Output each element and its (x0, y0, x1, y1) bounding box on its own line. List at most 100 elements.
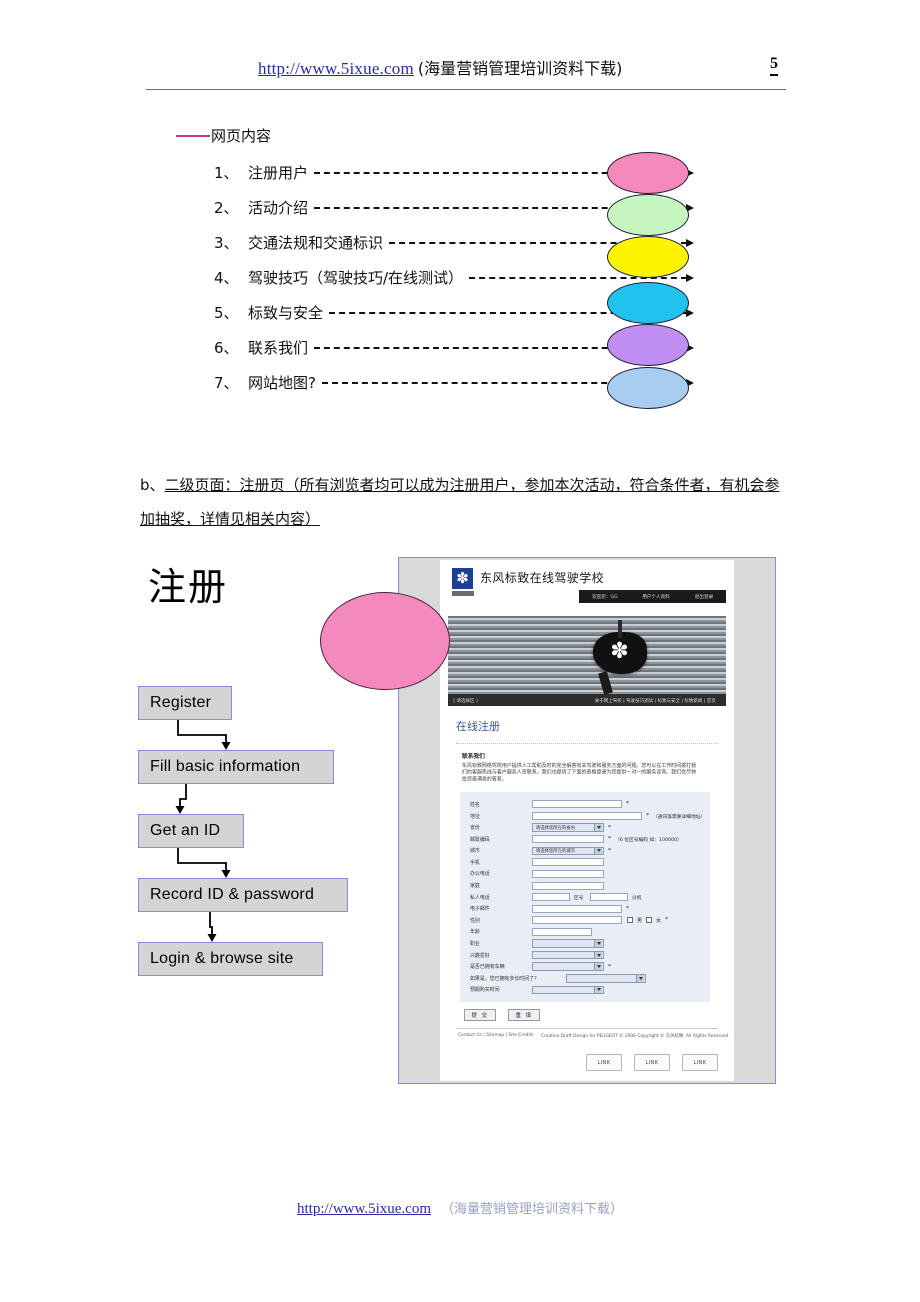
pink-oval-annotation (320, 592, 450, 690)
content-ellipse (607, 236, 689, 278)
paragraph-prefix: b、 (140, 476, 165, 494)
paragraph-body: 二级页面：注册页（所有浏览者均可以成为注册用户，参加本次活动，符合条件者，有机会… (140, 476, 780, 528)
form-row: 省份 请选择您所在的省份 * (460, 822, 710, 834)
form-text-input[interactable] (532, 904, 622, 913)
content-ellipse (607, 324, 689, 366)
lion-glyph: ✽ (456, 569, 469, 587)
list-item-label: 联系我们 (248, 339, 309, 357)
section-heading: 网页内容 (176, 125, 271, 146)
form-row: 邮政编码 * （6 位区号编码 如：100000） (460, 833, 710, 845)
list-item-number: 2、 (214, 199, 239, 217)
form-select-dropdown[interactable] (566, 974, 646, 983)
form-field-label: 私人电话 (470, 894, 490, 901)
chevron-down-icon (594, 940, 602, 947)
form-row: 办公电话 (460, 868, 710, 880)
paragraph-b: b、二级页面：注册页（所有浏览者均可以成为注册用户，参加本次活动，符合条件者，有… (140, 468, 788, 536)
content-ellipse (607, 282, 689, 324)
website-footer: Contact Us | Sitemap | Site Credits Crea… (456, 1033, 729, 1039)
form-text-input[interactable] (532, 800, 622, 809)
navbar-links[interactable]: 关于网上驾校 | 驾驶技巧测试 | 标致与安全 | 标致新闻 | 首页 (594, 697, 715, 703)
form-select-dropdown[interactable]: 请选择您所在的城市 (532, 846, 604, 856)
form-select-dropdown[interactable] (532, 985, 604, 995)
section-heading-label: 网页内容 (211, 127, 272, 145)
form-field-label: 城市 (470, 848, 480, 855)
chevron-down-icon (594, 824, 602, 831)
site-navbar: [ 请选择区 ] 关于网上驾校 | 驾驶技巧测试 | 标致与安全 | 标致新闻 … (448, 694, 726, 706)
list-item-number: 7、 (214, 374, 239, 392)
form-row: 年龄 (460, 926, 710, 938)
radio-male[interactable] (627, 917, 633, 924)
form-select-value: 请选择您所在的省份 (535, 825, 576, 831)
form-field-label: 手机 (470, 860, 480, 866)
flowchart-box-label: Get an ID (150, 822, 221, 839)
flowchart-box: Fill basic information (138, 750, 334, 784)
link-button-2[interactable]: LINK (634, 1054, 670, 1071)
form-button-row: 提 交 重 填 (464, 1008, 734, 1021)
form-field-label: 办公电话 (470, 871, 490, 878)
list-item-label: 网站地图? (248, 374, 316, 392)
link-button-1[interactable]: LINK (586, 1054, 622, 1071)
form-field-label: 电子邮件 (470, 906, 490, 913)
radio-male-label: 男 (637, 917, 643, 924)
form-select-dropdown[interactable] (532, 939, 604, 948)
peugeot-lion-logo-icon: ✽ (452, 568, 473, 589)
link-button-3[interactable]: LINK (682, 1054, 718, 1071)
form-select-dropdown[interactable] (532, 962, 604, 971)
form-select-dropdown[interactable] (532, 950, 604, 960)
userbar-profile-link[interactable]: 用户个人资料 (643, 593, 671, 600)
required-marker: * (626, 801, 629, 808)
list-item-number: 5、 (214, 304, 239, 322)
flowchart-box: Login & browse site (138, 942, 323, 976)
form-text-input[interactable] (532, 927, 592, 936)
document-header: http://www.5ixue.com (海量营销管理培训资料下载) 5 (0, 55, 920, 103)
form-field-label: 年龄 (470, 929, 480, 936)
chevron-down-icon (636, 975, 644, 982)
form-row: 家庭 (460, 880, 710, 892)
chevron-down-icon (594, 963, 602, 970)
flowchart-box: Record ID & password (138, 878, 348, 912)
form-row: 预期购买时间 (460, 984, 710, 996)
form-extension-input[interactable] (590, 893, 629, 902)
form-text-input[interactable] (532, 881, 604, 890)
chevron-down-icon (594, 951, 602, 959)
website-page-title: 在线注册 (456, 720, 500, 733)
radio-female[interactable] (646, 917, 653, 924)
form-row: 是否已拥有车辆 * (460, 961, 710, 973)
header-url-link[interactable]: http://www.5ixue.com (258, 59, 414, 79)
flowchart-box: Register (138, 686, 232, 720)
form-text-input[interactable] (532, 812, 642, 820)
footer-left-links[interactable]: Contact Us | Sitemap | Site Credits (458, 1033, 534, 1039)
reset-button[interactable]: 重 填 (508, 1008, 540, 1021)
flowchart-box-label: Fill basic information (150, 758, 301, 775)
header-subtitle: (海量营销管理培训资料下载) (417, 59, 623, 78)
document-footer: http://www.5ixue.com （海量营销管理培训资料下载） (0, 1198, 920, 1218)
form-row: 性别男女 * (460, 915, 710, 927)
form-field-label: 职业 (470, 941, 480, 947)
site-name-label: 东风标致在线驾驶学校 (480, 571, 605, 585)
form-select-dropdown[interactable]: 请选择您所在的省份 (532, 823, 604, 832)
navbar-region-selector[interactable]: [ 请选择区 ] (453, 697, 477, 703)
gender-radio-group[interactable]: 男女 (627, 917, 661, 924)
list-item-label: 注册用户 (248, 164, 309, 182)
list-item-label: 交通法规和交通标识 (248, 234, 384, 252)
userbar-logout-link[interactable]: 退出登录 (695, 593, 713, 600)
form-row: 职业 (460, 938, 710, 950)
submit-button[interactable]: 提 交 (464, 1008, 496, 1021)
form-field-label: 如果是，您已拥有多长时间了? (470, 975, 537, 982)
footer-subtitle: （海量营销管理培训资料下载） (441, 1202, 624, 1217)
list-item-number: 4、 (214, 269, 239, 287)
header-divider (146, 89, 786, 90)
list-item-number: 3、 (214, 234, 239, 252)
contact-section-heading: 联系我们 (462, 753, 485, 760)
registration-form: 姓名 * 地址 * （通讯等需要详细地址） 省份 请选择您所在的省份 * 邮政编码 * （6 位区号… (460, 791, 710, 1002)
required-marker: * (608, 847, 611, 854)
form-row: 电子邮件 * (460, 903, 710, 915)
footer-url-link[interactable]: http://www.5ixue.com (297, 1201, 431, 1218)
form-text-input[interactable] (532, 869, 604, 878)
form-text-input[interactable] (532, 835, 604, 844)
form-areacode-input[interactable] (532, 893, 570, 902)
form-text-input[interactable] (532, 916, 622, 925)
form-select-value: 请选择您所在的城市 (535, 848, 576, 854)
form-field-label: 兴趣爱好 (470, 952, 490, 959)
form-text-input[interactable] (532, 858, 604, 867)
